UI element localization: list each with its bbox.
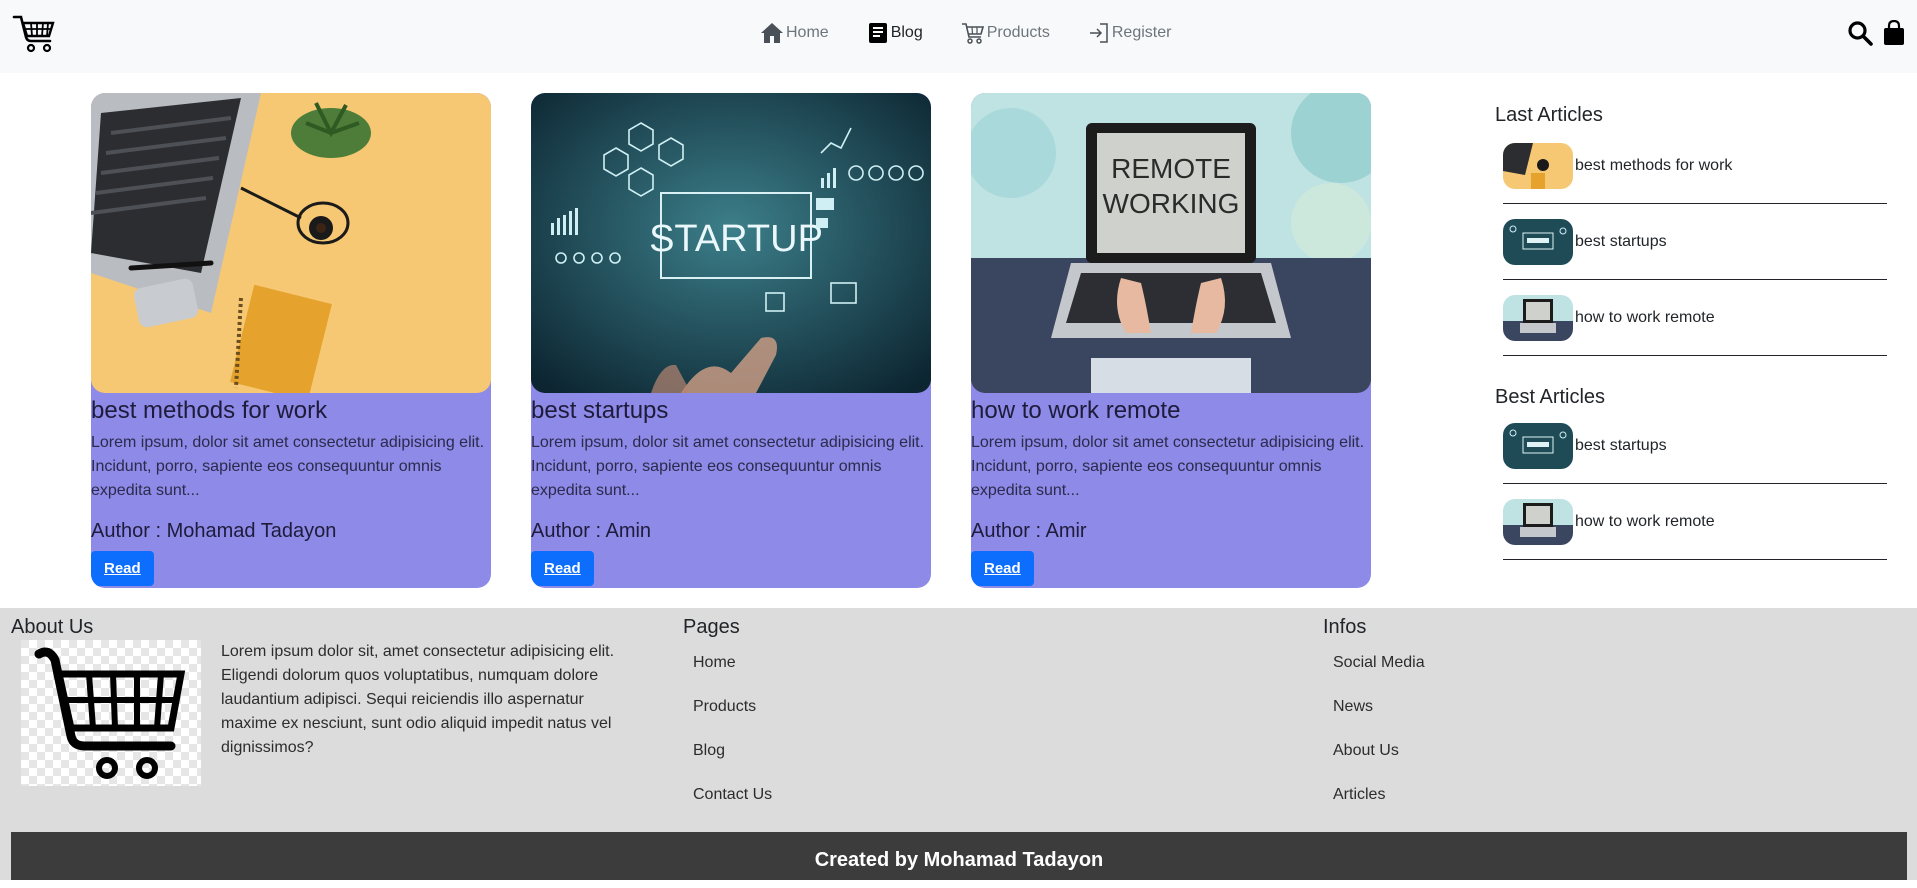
footer-link-blog[interactable]: Blog [693,742,725,760]
card-excerpt: Lorem ipsum, dolor sit amet consectetur … [91,434,485,499]
footer-link-articles[interactable]: Articles [1333,786,1385,804]
article-thumbnail [1503,294,1573,341]
journal-icon [868,23,887,43]
sidebar-article-label: best methods for work [1575,156,1733,174]
card-author: Author : Amin [531,520,652,542]
sidebar-article-label: how to work remote [1575,308,1715,326]
credit-bar: Created by Mohamad Tadayon [11,832,1907,880]
footer-link-home[interactable]: Home [693,654,736,672]
nav-blog-label: Blog [890,24,923,41]
sidebar-article-item[interactable]: best methods for work [1503,128,1887,204]
card-title[interactable]: best methods for work [91,395,491,427]
article-thumbnail [1503,218,1573,265]
card-title[interactable]: best startups [531,395,931,427]
footer-link-products[interactable]: Products [693,698,756,716]
nav-register-link[interactable]: Register [1088,22,1172,44]
best-articles-heading: Best Articles [1495,386,1606,408]
pages-heading: Pages [683,616,740,638]
article-card: REMOTE WORKING how to work remote Lorem … [971,93,1371,588]
search-icon[interactable] [1847,20,1873,46]
article-thumbnail [1503,422,1573,469]
nav-products-label: Products [986,24,1050,41]
read-button[interactable]: Read [531,551,594,586]
article-card: STARTUP best startups Lorem ipsum, dolor… [531,93,931,588]
navbar: Home Blog Products Register [0,0,1917,73]
cart-icon [961,23,984,44]
nav-products-link[interactable]: Products [961,21,1050,45]
about-us-text: Lorem ipsum dolor sit, amet consectetur … [221,643,615,756]
remote-image-line1: REMOTE [1111,153,1231,184]
startup-image-text: STARTUP [649,218,823,260]
card-excerpt: Lorem ipsum, dolor sit amet consectetur … [971,434,1365,499]
sidebar-article-item[interactable]: how to work remote [1503,280,1887,356]
login-icon [1089,23,1108,43]
nav-home-label: Home [786,24,829,41]
card-author: Author : Mohamad Tadayon [91,520,337,542]
sidebar-article-item[interactable]: best startups [1503,204,1887,280]
card-title[interactable]: how to work remote [971,395,1371,427]
house-icon [761,23,783,43]
sidebar-article-label: best startups [1575,232,1667,250]
card-author: Author : Amir [971,520,1087,542]
card-excerpt: Lorem ipsum, dolor sit amet consectetur … [531,434,925,499]
sidebar-article-label: how to work remote [1575,512,1715,530]
infos-heading: Infos [1323,616,1367,638]
bag-icon[interactable] [1883,20,1905,46]
nav-home-link[interactable]: Home [760,22,829,44]
footer-link-about-us[interactable]: About Us [1333,742,1399,760]
article-card: best methods for work Lorem ipsum, dolor… [91,93,491,588]
read-button[interactable]: Read [971,551,1034,586]
footer-link-social-media[interactable]: Social Media [1333,654,1425,672]
remote-image-line2: WORKING [1103,188,1240,219]
footer-link-contact-us[interactable]: Contact Us [693,786,772,804]
nav-register-label: Register [1111,24,1172,41]
shopping-cart-logo-icon[interactable] [12,13,56,53]
sidebar-article-label: best startups [1575,436,1667,454]
sidebar-article-item[interactable]: best startups [1503,408,1887,484]
footer-cart-logo-icon [21,640,201,786]
card-image-startup: STARTUP [531,93,931,393]
card-image-remote-working: REMOTE WORKING [971,93,1371,393]
nav-actions [1847,20,1905,46]
last-articles-heading: Last Articles [1495,104,1603,126]
read-button[interactable]: Read [91,551,154,586]
article-thumbnail [1503,498,1573,545]
article-thumbnail [1503,142,1573,189]
nav-links: Home Blog Products Register [760,20,1209,46]
sidebar-article-item[interactable]: how to work remote [1503,484,1887,560]
nav-blog-link[interactable]: Blog [867,22,923,44]
card-image-laptop-desk [91,93,491,393]
about-us-heading: About Us [11,616,94,638]
footer-link-news[interactable]: News [1333,698,1373,716]
